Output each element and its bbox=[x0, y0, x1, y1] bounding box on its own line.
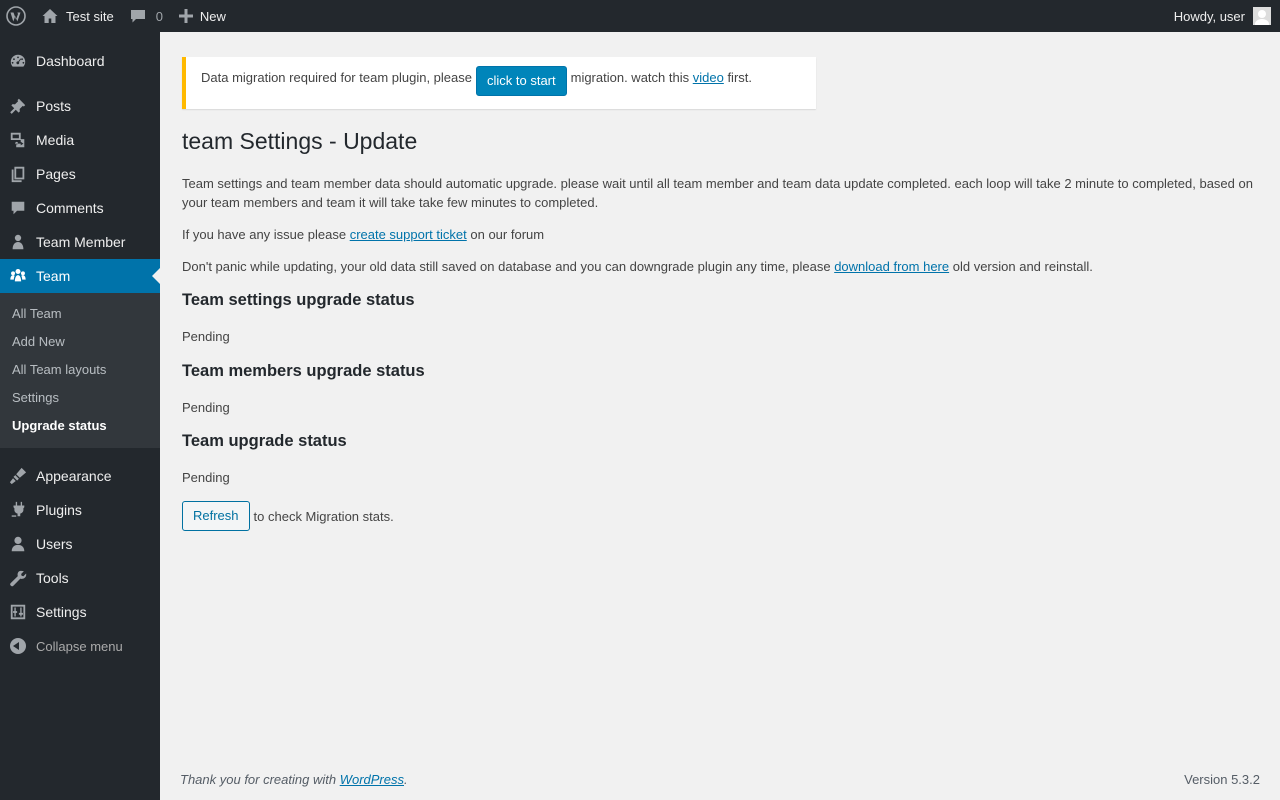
intro-paragraph: Team settings and team member data shoul… bbox=[182, 176, 1253, 210]
footer-thanks: Thank you for creating with WordPress. bbox=[180, 772, 408, 787]
support-text-before: If you have any issue please bbox=[182, 227, 347, 242]
sidebar-item-label: Settings bbox=[36, 604, 87, 620]
sidebar-item-team-member[interactable]: Team Member bbox=[0, 225, 160, 259]
pin-icon bbox=[0, 89, 36, 123]
migration-notice: Data migration required for team plugin,… bbox=[182, 57, 816, 109]
collapse-menu-button[interactable]: Collapse menu bbox=[0, 629, 160, 663]
refresh-button[interactable]: Refresh bbox=[182, 501, 250, 531]
sidebar-item-label: Team Member bbox=[36, 234, 126, 250]
sliders-icon bbox=[0, 595, 36, 629]
howdy-greeting: Howdy, user bbox=[1173, 8, 1245, 24]
download-from-here-link[interactable]: download from here bbox=[834, 259, 949, 274]
sidebar-item-tools[interactable]: Tools bbox=[0, 561, 160, 595]
sidebar-item-users[interactable]: Users bbox=[0, 527, 160, 561]
new-label: New bbox=[199, 8, 226, 24]
sidebar-item-label: Media bbox=[36, 132, 75, 148]
page-title: team Settings - Update bbox=[182, 128, 418, 154]
submenu-item-add-new[interactable]: Add New bbox=[0, 328, 160, 356]
sidebar-item-comments[interactable]: Comments bbox=[0, 191, 160, 225]
admin-bar: Test site 0 New Howdy, user bbox=[0, 0, 1280, 32]
sidebar-item-plugins[interactable]: Plugins bbox=[0, 493, 160, 527]
video-link[interactable]: video bbox=[693, 70, 724, 85]
sidebar-item-label: Pages bbox=[36, 166, 76, 182]
team-submenu: All Team Add New All Team layouts Settin… bbox=[0, 293, 160, 448]
comment-icon bbox=[130, 10, 145, 23]
brush-icon bbox=[0, 459, 36, 493]
team-upgrade-heading: Team upgrade status bbox=[182, 432, 347, 450]
collapse-menu-label: Collapse menu bbox=[36, 638, 123, 654]
notice-text-before: Data migration required for team plugin,… bbox=[201, 70, 472, 85]
site-name-link[interactable]: Test site bbox=[36, 0, 122, 32]
team-upgrade-status: Pending bbox=[182, 470, 230, 485]
sidebar-item-label: Tools bbox=[36, 570, 69, 586]
refresh-hint: to check Migration stats. bbox=[253, 508, 394, 524]
submenu-item-all-team[interactable]: All Team bbox=[0, 300, 160, 328]
sidebar-item-label: Dashboard bbox=[36, 53, 105, 69]
collapse-arrow-icon bbox=[0, 629, 36, 663]
plus-icon bbox=[178, 9, 193, 23]
downgrade-text-after: old version and reinstall. bbox=[952, 259, 1093, 274]
pages-icon bbox=[0, 157, 36, 191]
submenu-item-all-team-layouts[interactable]: All Team layouts bbox=[0, 356, 160, 384]
sidebar-item-pages[interactable]: Pages bbox=[0, 157, 160, 191]
comments-count: 0 bbox=[155, 8, 163, 24]
comments-link[interactable]: 0 bbox=[122, 0, 171, 32]
sidebar-item-label: Users bbox=[36, 536, 73, 552]
site-name: Test site bbox=[66, 8, 114, 24]
sidebar-item-label: Appearance bbox=[36, 468, 112, 484]
sidebar-item-label: Comments bbox=[36, 200, 104, 216]
admin-sidebar: Dashboard Posts Media Pages Comments Tea… bbox=[0, 32, 160, 800]
sidebar-item-label: Plugins bbox=[36, 502, 82, 518]
downgrade-text-before: Don't panic while updating, your old dat… bbox=[182, 259, 831, 274]
notice-text-after: migration. watch this bbox=[570, 70, 690, 85]
sidebar-item-label: Team bbox=[36, 268, 71, 284]
comment-icon bbox=[0, 191, 36, 225]
support-paragraph: If you have any issue please create supp… bbox=[182, 225, 1262, 244]
footer-thanks-text: Thank you for creating with bbox=[180, 772, 337, 787]
sidebar-item-label: Posts bbox=[36, 98, 72, 114]
click-to-start-button[interactable]: click to start bbox=[475, 66, 567, 96]
notice-text-end: first. bbox=[727, 70, 752, 85]
new-content-link[interactable]: New bbox=[171, 0, 234, 32]
footer-thanks-end: . bbox=[404, 772, 408, 787]
footer: Thank you for creating with WordPress. V… bbox=[180, 770, 1260, 790]
downgrade-paragraph: Don't panic while updating, your old dat… bbox=[182, 257, 1262, 276]
sidebar-item-appearance[interactable]: Appearance bbox=[0, 459, 160, 493]
person-icon bbox=[0, 225, 36, 259]
team-members-heading: Team members upgrade status bbox=[182, 362, 425, 380]
sidebar-item-posts[interactable]: Posts bbox=[0, 89, 160, 123]
media-icon bbox=[0, 123, 36, 157]
sidebar-item-settings[interactable]: Settings bbox=[0, 595, 160, 629]
submenu-item-settings[interactable]: Settings bbox=[0, 384, 160, 412]
support-text-after: on our forum bbox=[470, 227, 545, 242]
menu-separator bbox=[0, 448, 160, 459]
sidebar-item-team[interactable]: Team bbox=[0, 259, 160, 293]
team-settings-status: Pending bbox=[182, 329, 230, 344]
sidebar-item-dashboard[interactable]: Dashboard bbox=[0, 44, 160, 78]
submenu-item-upgrade-status[interactable]: Upgrade status bbox=[0, 412, 160, 440]
avatar bbox=[1253, 7, 1271, 25]
sidebar-item-media[interactable]: Media bbox=[0, 123, 160, 157]
wordpress-link[interactable]: WordPress bbox=[340, 772, 404, 787]
groups-icon bbox=[0, 259, 36, 293]
menu-separator bbox=[0, 78, 160, 89]
refresh-row: Refresh to check Migration stats. bbox=[182, 501, 394, 531]
plug-icon bbox=[0, 493, 36, 527]
create-support-ticket-link[interactable]: create support ticket bbox=[350, 227, 467, 242]
wordpress-logo-icon[interactable] bbox=[0, 0, 36, 32]
footer-version: Version 5.3.2 bbox=[1184, 772, 1260, 787]
dashboard-icon bbox=[0, 44, 36, 78]
home-icon bbox=[42, 9, 58, 23]
my-account-link[interactable]: Howdy, user bbox=[1174, 0, 1280, 32]
team-settings-heading: Team settings upgrade status bbox=[182, 291, 415, 309]
team-members-status: Pending bbox=[182, 400, 230, 415]
user-icon bbox=[0, 527, 36, 561]
wrench-icon bbox=[0, 561, 36, 595]
